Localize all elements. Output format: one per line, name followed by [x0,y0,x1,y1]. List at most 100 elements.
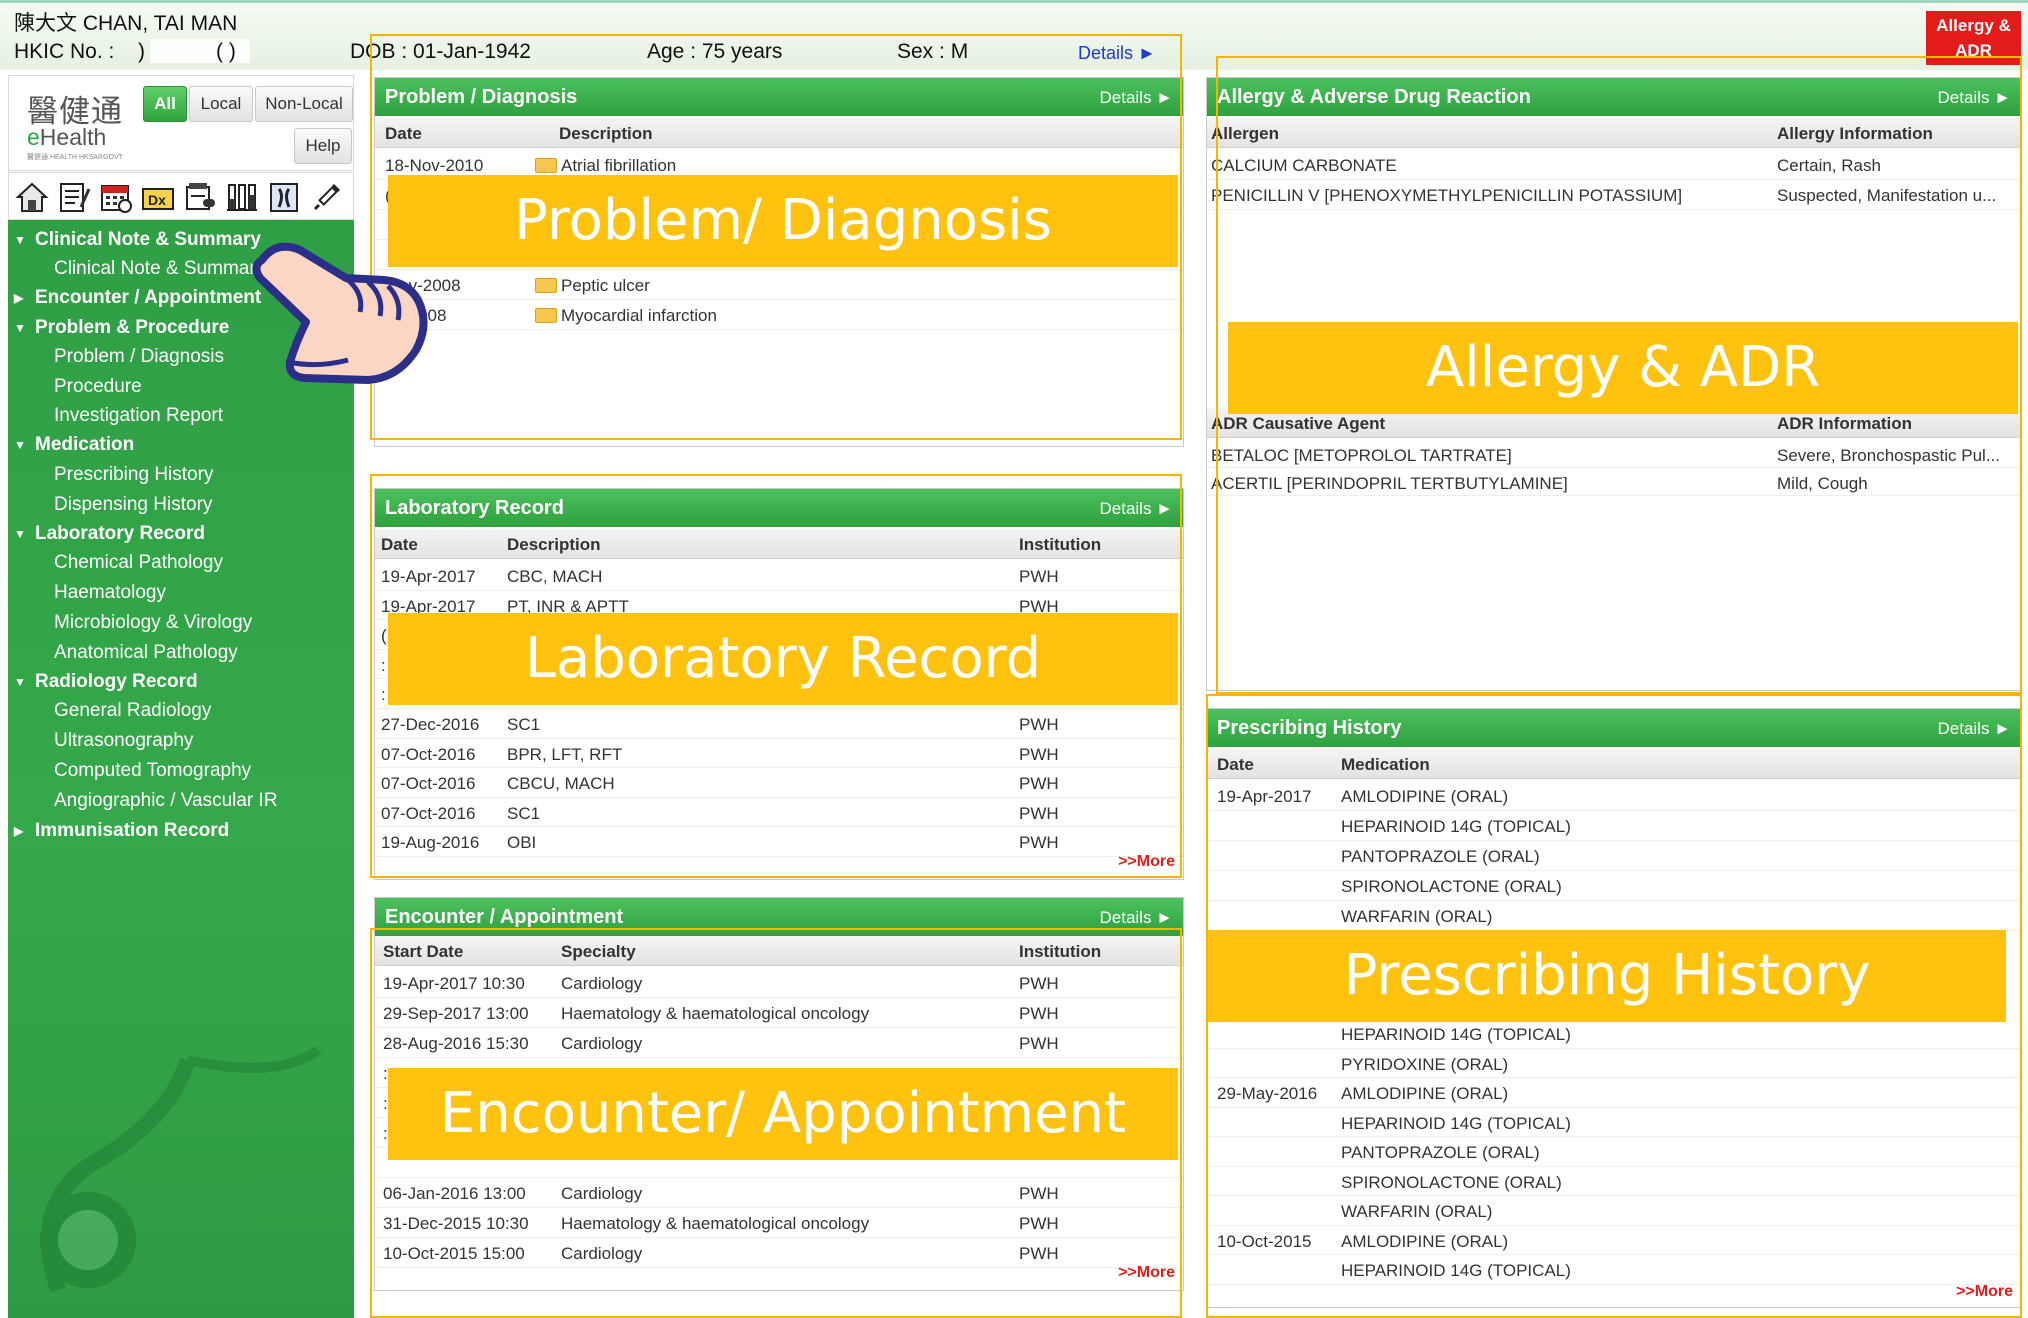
immunisation-icon[interactable] [309,181,343,213]
lab-row[interactable]: 07-Oct-2016 SC1 PWH [375,798,1183,828]
laboratory-icon[interactable] [225,181,259,213]
prescribing-row[interactable]: 29-May-2016 AMLODIPINE (ORAL) [1207,1078,2021,1108]
nav-radiology-record[interactable]: ▼ Radiology Record [8,668,354,696]
nav-investigation-report[interactable]: Investigation Report [8,402,354,430]
encounter-cell-0: 28-Aug-2016 15:30 [383,1034,529,1053]
encounter-cell-2: PWH [1019,1034,1059,1053]
folder-icon [535,278,557,293]
scope-local-button[interactable]: Local [189,86,253,122]
nav-medication[interactable]: ▼ Medication [8,431,354,459]
notes-icon[interactable] [57,181,91,213]
prescribing-row[interactable]: PANTOPRAZOLE (ORAL) [1207,1137,2021,1167]
nav-immunisation-record[interactable]: ▶ Immunisation Record [8,817,354,845]
lab-row[interactable]: 27-Dec-2016 SC1 PWH [375,709,1183,739]
lab-cell-2: PWH [1019,774,1059,794]
nav-chemical-pathology[interactable]: Chemical Pathology [8,549,354,577]
nav-label: Problem & Procedure [35,317,230,338]
lab-details-link[interactable]: Details ► [1099,499,1173,519]
problem-details-link[interactable]: Details ► [1099,88,1173,108]
adr-row[interactable]: BETALOC [METOPROLOL TARTRATE] Severe, Bro… [1207,440,2021,468]
allergy-row[interactable]: PENICILLIN V [PHENOXYMETHYLPENICILLIN PO… [1207,180,2021,210]
svg-text:Dx: Dx [148,192,166,208]
lab-more-link[interactable]: >>More [1118,853,1175,871]
lab-cell-1: OBI [507,833,537,853]
problem-row[interactable]: ay-2008Myocardial infarction [375,300,1183,330]
prescribing-row[interactable]: SPIRONOLACTONE (ORAL) [1207,1167,2021,1196]
prescribing-history-header: Prescribing History Details ► [1207,709,2021,747]
prescribing-row[interactable]: HEPARINOID 14G (TOPICAL) [1207,1255,2021,1285]
allergy-details-link[interactable]: Details ► [1937,88,2011,108]
encounter-details-link[interactable]: Details ► [1099,908,1173,928]
ehealth-logo-sub: 醫健通 HEALTH HKSARGOVT [27,154,123,161]
prescribing-row[interactable]: HEPARINOID 14G (TOPICAL) [1207,1108,2021,1137]
adr-cell-1: Severe, Bronchospastic Pul... [1777,446,2001,465]
prescribing-row[interactable]: PANTOPRAZOLE (ORAL) [1207,841,2021,871]
col-institution: Institution [1019,942,1102,961]
prescribing-row[interactable]: HEPARINOID 14G (TOPICAL) [1207,1019,2021,1049]
medication-icon[interactable] [183,181,217,213]
problem-text: Peptic ulcer [561,276,650,295]
prescribing-row[interactable]: SPIRONOLACTONE (ORAL) [1207,871,2021,901]
prescribing-more-link[interactable]: >>More [1956,1283,2013,1301]
allergy-cell-1: Certain, Rash [1777,156,1881,175]
prescribing-row[interactable]: 10-Oct-2015 AMLODIPINE (ORAL) [1207,1226,2021,1255]
encounter-row[interactable]: 19-Apr-2017 10:30 Cardiology PWH [375,968,1183,998]
logo-e: e [27,124,40,150]
prescribing-cell-1: PANTOPRAZOLE (ORAL) [1341,847,1540,866]
scope-non-local-button[interactable]: Non-Local [255,86,353,122]
nav-general-radiology[interactable]: General Radiology [8,697,354,725]
encounter-row[interactable]: 31-Dec-2015 10:30 Haematology & haematolo… [375,1208,1183,1238]
problem-row[interactable]: May-2008 Peptic ulcer [375,270,1183,300]
radiology-icon[interactable] [267,181,301,213]
home-icon[interactable] [15,181,49,213]
encounter-row[interactable]: 28-Aug-2016 15:30 Cardiology PWH [375,1028,1183,1058]
encounter-appointment-header: Encounter / Appointment Details ► [375,898,1183,936]
adr-cell-0: BETALOC [METOPROLOL TARTRATE] [1211,446,1512,465]
problem-cell-0: 18-Nov-2010 [385,156,484,175]
nav-laboratory-record[interactable]: ▼ Laboratory Record [8,520,354,548]
encounter-row[interactable]: 06-Jan-2016 13:00 Cardiology PWH [375,1178,1183,1208]
prescribing-details-link[interactable]: Details ► [1937,719,2011,739]
lab-row[interactable]: 07-Oct-2016 BPR, LFT, RFT PWH [375,739,1183,769]
ehealth-logo-en: eHealth [27,124,106,151]
lab-cell-0: 19-Apr-2017 [381,567,476,586]
nav-computed-tomography[interactable]: Computed Tomography [8,757,354,785]
nav-label: Clinical Note & Summary [35,229,261,250]
laboratory-record-banner: Laboratory Record [388,613,1178,705]
lab-row[interactable]: 19-Apr-2017 CBC, MACH PWH [375,561,1183,591]
allergy-cell-0: PENICILLIN V [PHENOXYMETHYLPENICILLIN PO… [1211,186,1683,205]
lab-row[interactable]: 07-Oct-2016 CBCU, MACH PWH [375,768,1183,798]
adr-row[interactable]: ACERTIL [PERINDOPRIL TERTBUTYLAMINE] Mild… [1207,468,2021,496]
dx-icon[interactable]: Dx [141,181,175,213]
lab-row[interactable]: 19-Aug-2016 OBI PWH [375,827,1183,857]
nav-haematology[interactable]: Haematology [8,579,354,607]
help-button[interactable]: Help [294,128,352,164]
nav-dispensing-history[interactable]: Dispensing History [8,491,354,519]
prescribing-row[interactable]: 19-Apr-2017 AMLODIPINE (ORAL) [1207,781,2021,811]
prescribing-row[interactable]: WARFARIN (ORAL) [1207,901,2021,931]
expanded-arrow-icon: ▼ [14,321,26,335]
calendar-icon[interactable] [99,181,133,213]
col-date: Date [1217,755,1254,774]
prescribing-row[interactable]: HEPARINOID 14G (TOPICAL) [1207,811,2021,841]
nav-angiographic-vascular-ir[interactable]: Angiographic / Vascular IR [8,787,354,815]
prescribing-row[interactable]: WARFARIN (ORAL) [1207,1196,2021,1226]
logo-health: Health [39,124,107,150]
allergy-row[interactable]: CALCIUM CARBONATE Certain, Rash [1207,150,2021,180]
encounter-column-header: Start Date Specialty Institution [375,936,1183,966]
problem-cell-1: Atrial fibrillation [535,156,676,176]
scope-all-button[interactable]: All [143,86,187,122]
nav-anatomical-pathology[interactable]: Anatomical Pathology [8,639,354,667]
col-allergen: Allergen [1211,124,1280,143]
nav-microbiology-virology[interactable]: Microbiology & Virology [8,609,354,637]
nav-label: Immunisation Record [35,820,230,841]
nav-ultrasonography[interactable]: Ultrasonography [8,727,354,755]
prescribing-row[interactable]: PYRIDOXINE (ORAL) [1207,1049,2021,1078]
prescribing-cell-1: SPIRONOLACTONE (ORAL) [1341,877,1562,896]
encounter-row[interactable]: 29-Sep-2017 13:00 Haematology & haematolo… [375,998,1183,1028]
patient-details-link[interactable]: Details ► [1078,43,1156,64]
encounter-more-link[interactable]: >>More [1118,1264,1175,1282]
nav-prescribing-history[interactable]: Prescribing History [8,461,354,489]
encounter-row[interactable]: 10-Oct-2015 15:00 Cardiology PWH [375,1238,1183,1268]
allergy-adr-alert-button[interactable]: Allergy & ADR [1926,11,2021,65]
